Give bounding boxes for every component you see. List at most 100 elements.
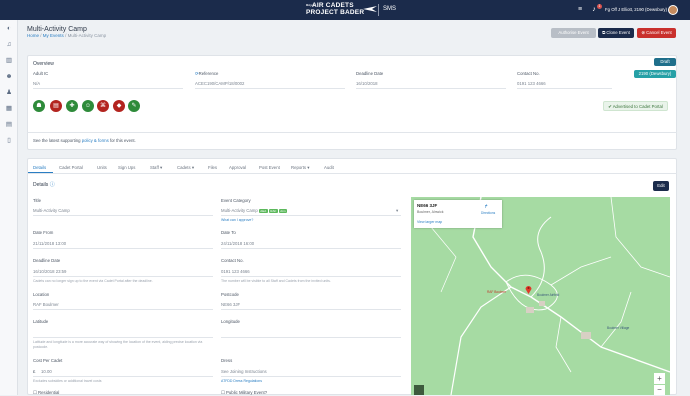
residential-checkbox[interactable]: ☐ Residential: [33, 390, 59, 396]
tab-files[interactable]: Files: [208, 165, 217, 170]
dashboard-icon[interactable]: ◐: [5, 25, 13, 33]
divider: [221, 248, 401, 249]
larger-map-link[interactable]: View larger map: [417, 220, 442, 224]
tab-cadets[interactable]: Cadets ▾: [177, 165, 194, 171]
satellite-toggle[interactable]: [414, 385, 424, 395]
policy-link[interactable]: policy & forms: [82, 138, 109, 143]
advertised-badge: ✔ Advertised to Cadet Portal: [603, 101, 668, 111]
contact-label: Contact No.: [517, 71, 540, 76]
tab-cadets-label: Cadets: [177, 165, 191, 170]
car-icon[interactable]: ◆: [113, 100, 125, 112]
category-badge: Aim: [278, 208, 287, 214]
category-badge: RAF: [268, 208, 278, 214]
document-icon[interactable]: ▯: [5, 137, 13, 145]
cost-label: Cost Per Cadet: [33, 358, 63, 363]
advertised-label: Advertised to Cadet Portal: [612, 104, 663, 109]
deadline-date-value: 16/10/2018: [356, 81, 378, 86]
brand-small: Royal: [306, 3, 316, 7]
reference-value: ACEC190/CAMP/18/0002: [195, 81, 245, 86]
adult-ic-label: Adult IC: [33, 71, 49, 76]
edit-button[interactable]: Edit: [653, 181, 669, 191]
cost-currency: £: [33, 369, 36, 374]
clone-label: Clone Event: [606, 30, 630, 35]
sign-up-icon[interactable]: ☗: [33, 100, 45, 112]
breadcrumb-home[interactable]: Home: [27, 33, 39, 38]
location-value: RAF Boulmer: [33, 302, 59, 307]
details-heading: Details ⓘ: [33, 181, 55, 188]
tab-reports[interactable]: Reports ▾: [291, 165, 309, 171]
category-value[interactable]: Multi-Activity Camp AEA RAF Aim: [221, 208, 287, 214]
divider: [33, 337, 213, 338]
link-icon[interactable]: ⌘: [97, 100, 109, 112]
contact-value: 0191 123 4666: [517, 81, 546, 86]
tab-post-event[interactable]: Post Event: [259, 165, 280, 170]
postcode-label: Postcode: [221, 292, 239, 297]
tab-approval[interactable]: Approval: [229, 165, 246, 170]
tab-details[interactable]: Details: [33, 165, 46, 170]
divider: [33, 215, 213, 216]
brand-line2: PROJECT BADER: [306, 8, 365, 16]
status-badge: Draft: [654, 58, 676, 66]
map-label-raf-boulmer: RAF Boulmer: [487, 290, 507, 294]
map-place: NE66 3JF: [417, 203, 438, 208]
notifications-icon[interactable]: ♫: [5, 41, 13, 49]
map[interactable]: RAF Boulmer Boulmer Airfield Boulmer Vil…: [411, 197, 670, 395]
title-value: Multi-Activity Camp: [33, 208, 70, 213]
details-heading-text: Details: [33, 182, 49, 188]
directions-icon[interactable]: ↱: [484, 204, 488, 210]
breadcrumb-current: Multi-Activity Camp: [67, 33, 107, 38]
brand-logo[interactable]: Royal AIR CADETS PROJECT BADER: [306, 2, 365, 16]
wrench-icon[interactable]: ✎: [128, 100, 140, 112]
zoom-out-button[interactable]: −: [654, 385, 665, 395]
public-event-checkbox[interactable]: ☐ Public Military Event?: [221, 390, 267, 396]
top-navbar: Royal AIR CADETS PROJECT BADER SMS ≡ ♪ 1…: [0, 0, 690, 20]
title-label: Title: [33, 198, 41, 203]
policy-pre: See the latest supporting: [33, 138, 81, 143]
group-icon[interactable]: ☺: [82, 100, 94, 112]
date-from-value: 21/11/2018 13:00: [33, 241, 67, 246]
divider: [517, 88, 612, 89]
longitude-label: Longitude: [221, 319, 240, 324]
contact-no-value: 0191 123 4666: [221, 269, 250, 274]
calendar-icon[interactable]: ▦: [5, 105, 13, 113]
add-user-icon[interactable]: ✚: [66, 100, 78, 112]
contact-help: The number will be visible to all Staff …: [221, 279, 331, 283]
reference-label: ⟳Reference: [195, 71, 218, 77]
cancel-event-button[interactable]: ⊗ Cancel Event: [637, 28, 676, 38]
category-help-link[interactable]: What can I approve?: [221, 218, 253, 222]
date-from-label: Date From: [33, 230, 54, 235]
tab-staff[interactable]: Staff ▾: [150, 165, 162, 171]
info-icon[interactable]: ⓘ: [50, 182, 55, 188]
divider: [33, 309, 213, 310]
date-to-label: Date To: [221, 230, 236, 235]
zoom-in-button[interactable]: +: [654, 373, 665, 384]
tab-audit[interactable]: Audit: [324, 165, 334, 170]
tab-sign-ups[interactable]: Sign Ups: [118, 165, 135, 170]
directions-link[interactable]: Directions: [481, 211, 495, 215]
dress-help-link[interactable]: ATFDD Dress Regulations: [221, 379, 262, 383]
tab-units[interactable]: Units: [97, 165, 107, 170]
building-icon[interactable]: ▥: [5, 57, 13, 65]
location-label: Location: [33, 292, 50, 297]
reference-label-text: Reference: [198, 71, 219, 76]
avatar[interactable]: [668, 5, 678, 15]
policy-post: for this event.: [109, 138, 136, 143]
user-name[interactable]: Fg Off J Elliott, 2190 (Dewsbury): [605, 7, 667, 12]
breadcrumb-my-events[interactable]: My Events: [43, 33, 64, 38]
category-badge: AEA: [258, 208, 268, 214]
public-event-label: Public Military Event?: [226, 390, 268, 395]
divider: [33, 88, 183, 89]
overview-card: [27, 55, 677, 150]
map-pin-icon[interactable]: [525, 285, 532, 294]
sidebar: ◐ ♫ ▥ ☻ ♟ ▦ ▤ ▯: [0, 20, 18, 395]
divider: [27, 132, 677, 133]
authorise-button[interactable]: Authorise Event: [551, 28, 596, 38]
users-icon[interactable]: ☻: [5, 73, 13, 81]
chevron-down-icon[interactable]: ▾: [396, 208, 398, 214]
tab-cadet-portal[interactable]: Cadet Portal: [59, 165, 83, 170]
pdf-icon[interactable]: ▤: [50, 100, 62, 112]
chart-icon[interactable]: ▤: [5, 121, 13, 129]
user-icon[interactable]: ♟: [5, 89, 13, 97]
clone-event-button[interactable]: ⧉ Clone Event: [598, 28, 634, 38]
menu-icon[interactable]: ≡: [576, 6, 584, 14]
